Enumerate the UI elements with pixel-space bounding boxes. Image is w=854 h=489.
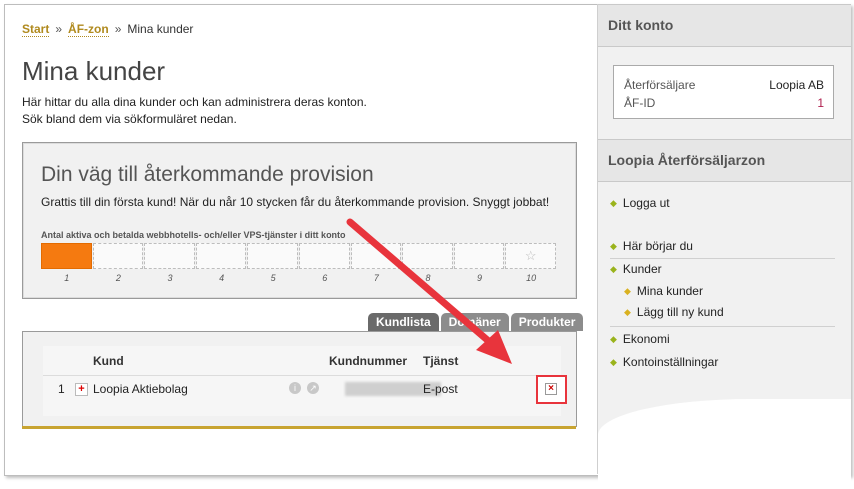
progress-cell xyxy=(195,243,247,269)
menu-label: Kunder xyxy=(622,262,662,276)
arrow-right-icon: ◆ xyxy=(610,263,617,274)
provision-box: Din väg till återkommande provision Grat… xyxy=(22,142,577,299)
progress-cell xyxy=(41,243,92,269)
progress-number: 3 xyxy=(167,273,173,283)
afid-row: ÅF-ID 1 xyxy=(624,96,824,110)
sidebar-decoration xyxy=(598,399,851,489)
column-header-kund: Kund xyxy=(93,354,124,368)
account-heading: Ditt konto xyxy=(608,17,674,33)
delete-icon[interactable]: × xyxy=(545,383,557,395)
breadcrumb-current: Mina kunder xyxy=(127,22,194,36)
menu-item-start-here[interactable]: ◆ Här börjar du xyxy=(610,239,693,253)
menu-item-settings[interactable]: ◆ Kontoinställningar xyxy=(610,355,718,369)
account-info-box: Återförsäljare Loopia AB ÅF-ID 1 xyxy=(613,65,834,119)
tab-kundlista[interactable]: Kundlista xyxy=(368,313,439,331)
login-icon[interactable]: ↗ xyxy=(307,382,319,394)
menu-item-logout[interactable]: ◆ Logga ut xyxy=(610,196,670,210)
provision-progress-label: Antal aktiva och betalda webbhotells- oc… xyxy=(41,230,346,240)
reseller-label: Återförsäljare xyxy=(624,78,696,92)
progress-number: 4 xyxy=(219,273,225,283)
info-icon[interactable]: i xyxy=(289,382,301,394)
customer-tabs: Kundlista Domäner Produkter xyxy=(366,313,584,331)
intro-text: Här hittar du alla dina kunder och kan a… xyxy=(22,94,367,128)
menu-label: Logga ut xyxy=(622,196,670,210)
zone-heading-bar: Loopia Återförsäljarzon xyxy=(598,139,851,182)
reseller-row: Återförsäljare Loopia AB xyxy=(624,78,824,92)
arrow-right-icon: ◆ xyxy=(610,356,617,367)
progress-number: 5 xyxy=(270,273,276,283)
menu-label: Mina kunder xyxy=(636,284,703,298)
intro-line-2: Sök bland dem via sökformuläret nedan. xyxy=(22,112,237,126)
breadcrumb-separator: » xyxy=(55,22,63,36)
afid-label: ÅF-ID xyxy=(624,96,656,110)
table-divider xyxy=(43,375,561,376)
sidebar: Ditt konto Återförsäljare Loopia AB ÅF-I… xyxy=(597,4,851,489)
provision-progress-bar: ☆ xyxy=(41,243,557,269)
row-index: 1 xyxy=(58,382,65,396)
tab-domaner[interactable]: Domäner xyxy=(440,313,509,331)
menu-label: Här börjar du xyxy=(622,239,693,253)
star-icon: ☆ xyxy=(524,248,537,263)
progress-number: 9 xyxy=(477,273,483,283)
progress-number: 8 xyxy=(425,273,431,283)
breadcrumb: Start » ÅF-zon » Mina kunder xyxy=(22,22,194,37)
progress-cell xyxy=(247,243,298,269)
afid-value: 1 xyxy=(817,96,824,110)
arrow-right-icon: ◆ xyxy=(610,240,617,251)
arrow-right-icon: ◆ xyxy=(624,306,631,317)
progress-cell xyxy=(144,243,195,269)
provision-progress-numbers: 1 2 3 4 5 6 7 8 9 10 xyxy=(41,273,557,283)
progress-number: 1 xyxy=(64,273,70,283)
menu-label: Lägg till ny kund xyxy=(636,305,724,319)
customer-table-box: Kund Kundnummer Tjänst 1 + Loopia Aktieb… xyxy=(22,331,577,427)
progress-cell xyxy=(402,243,453,269)
column-header-kundnummer: Kundnummer xyxy=(329,354,407,368)
tab-produkter[interactable]: Produkter xyxy=(510,313,584,331)
progress-number: 2 xyxy=(115,273,121,283)
progress-number: 7 xyxy=(373,273,379,283)
delete-highlight-box: × xyxy=(536,375,567,404)
page-title: Mina kunder xyxy=(22,56,166,86)
menu-item-customers[interactable]: ◆ Kunder xyxy=(610,262,662,276)
progress-cell xyxy=(298,243,350,269)
reseller-value: Loopia AB xyxy=(769,78,824,92)
customer-table: Kund Kundnummer Tjänst 1 + Loopia Aktieb… xyxy=(43,346,567,416)
customer-name-link[interactable]: Loopia Aktiebolag xyxy=(93,382,188,396)
menu-divider xyxy=(610,258,835,259)
breadcrumb-start-link[interactable]: Start xyxy=(22,22,50,37)
arrow-right-icon: ◆ xyxy=(624,285,631,296)
menu-label: Kontoinställningar xyxy=(622,355,719,369)
breadcrumb-af-zone-link[interactable]: ÅF-zon xyxy=(68,22,109,37)
arrow-right-icon: ◆ xyxy=(610,197,617,208)
progress-cell xyxy=(92,243,144,269)
intro-line-1: Här hittar du alla dina kunder och kan a… xyxy=(22,95,367,109)
column-header-tjanst: Tjänst xyxy=(423,354,459,368)
progress-number: 6 xyxy=(322,273,328,283)
provision-title: Din väg till återkommande provision xyxy=(41,163,374,186)
arrow-right-icon: ◆ xyxy=(610,333,617,344)
menu-item-my-customers[interactable]: ◆ Mina kunder xyxy=(624,284,703,298)
progress-cell xyxy=(350,243,402,269)
account-heading-bar: Ditt konto xyxy=(598,4,851,47)
service-name: E-post xyxy=(423,382,458,396)
menu-label: Ekonomi xyxy=(622,332,670,346)
expand-plus-icon[interactable]: + xyxy=(75,383,88,396)
menu-item-add-customer[interactable]: ◆ Lägg till ny kund xyxy=(624,305,724,319)
progress-cell: ☆ xyxy=(505,243,556,269)
menu-divider xyxy=(610,326,835,327)
table-bottom-rule xyxy=(22,426,576,429)
progress-number: 10 xyxy=(526,273,537,283)
zone-heading: Loopia Återförsäljarzon xyxy=(608,152,766,168)
progress-cell xyxy=(453,243,505,269)
menu-item-economy[interactable]: ◆ Ekonomi xyxy=(610,332,670,346)
provision-message: Grattis till din första kund! När du når… xyxy=(41,195,550,209)
breadcrumb-separator: » xyxy=(114,22,122,36)
